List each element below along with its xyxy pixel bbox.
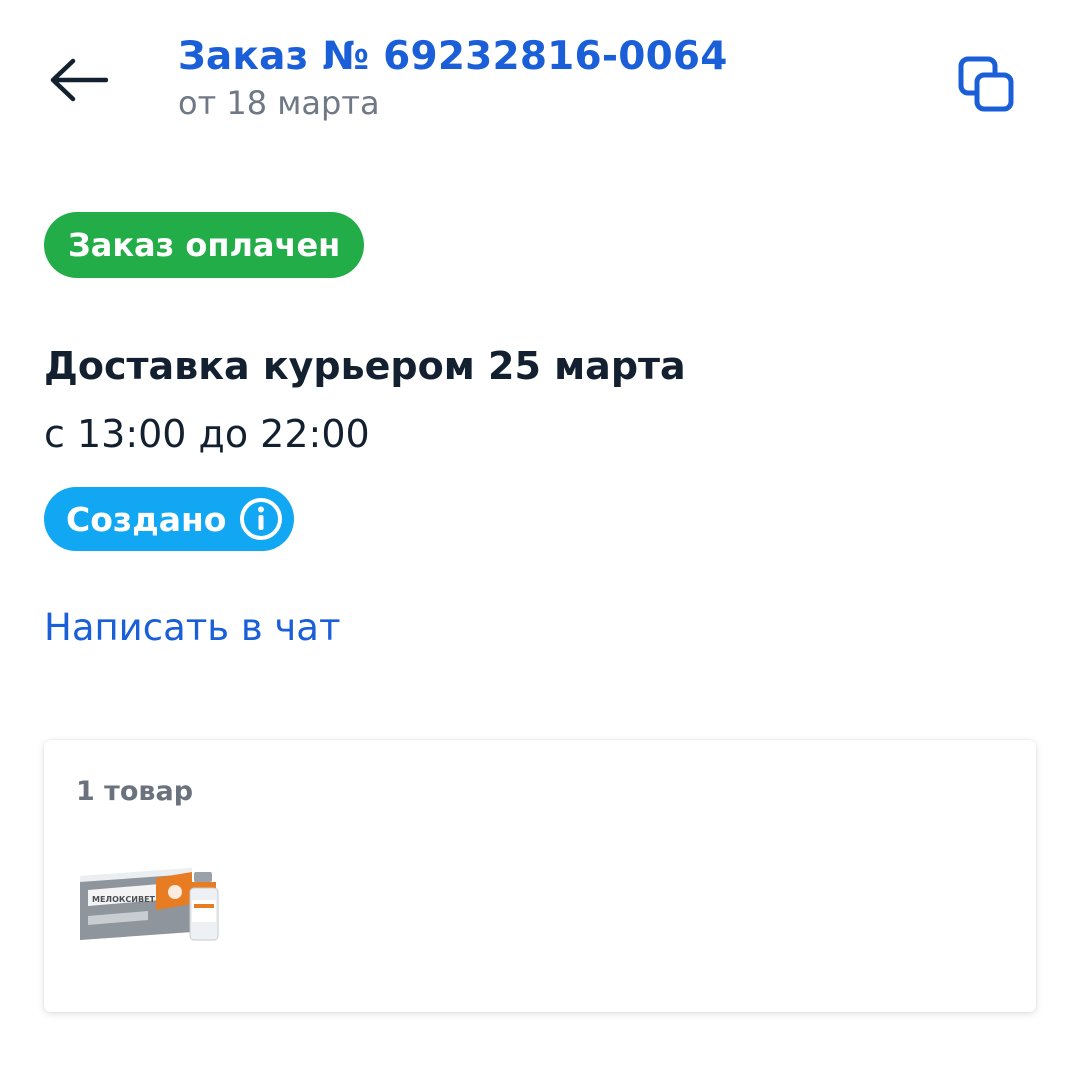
order-items-card: 1 товар МЕЛОКСИВЕТ 0,2%: [44, 740, 1036, 1012]
payment-status-badge: Заказ оплачен: [44, 212, 365, 278]
order-status-badge[interactable]: Создано: [44, 487, 295, 551]
back-button[interactable]: [44, 48, 112, 112]
copy-icon: [958, 56, 1014, 112]
info-icon[interactable]: [238, 496, 284, 542]
delivery-title: Доставка курьером 25 марта: [44, 344, 686, 388]
copy-button[interactable]: [950, 48, 1022, 120]
write-to-chat-link[interactable]: Написать в чат: [44, 606, 341, 649]
order-title: Заказ № 69232816-0064: [178, 34, 728, 79]
arrow-left-icon: [50, 58, 108, 102]
items-count: 1 товар: [76, 776, 194, 807]
order-date: от 18 марта: [178, 84, 380, 122]
order-status-label: Создано: [66, 499, 227, 539]
delivery-time-window: с 13:00 до 22:00: [44, 412, 370, 456]
product-thumbnail[interactable]: МЕЛОКСИВЕТ 0,2%: [74, 862, 224, 958]
header: Заказ № 69232816-0064 от 18 марта: [178, 33, 728, 123]
